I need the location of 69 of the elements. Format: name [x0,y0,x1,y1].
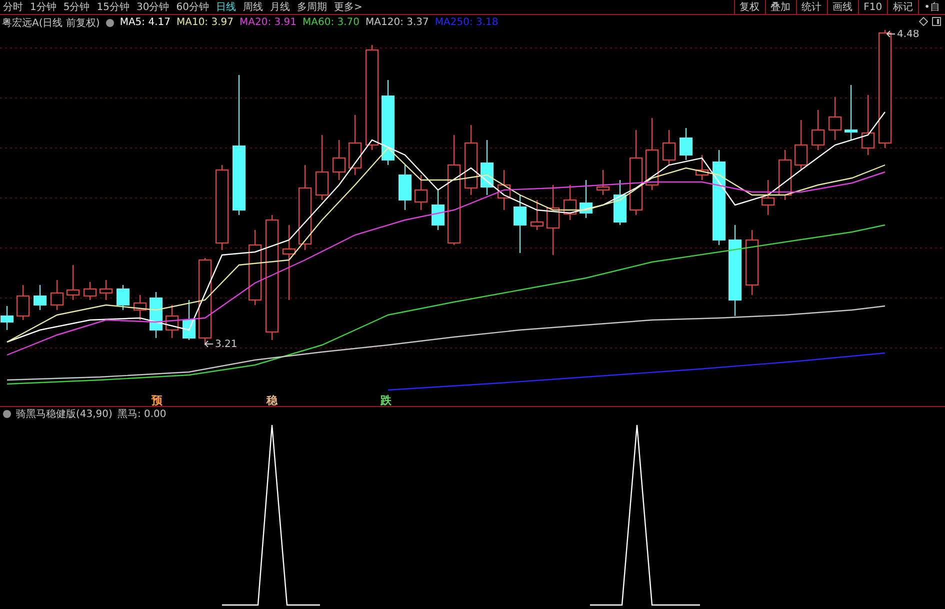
settings-icon[interactable] [3,410,11,418]
indicator-title: 骑黑马稳健版(43,90) [16,408,112,420]
candlestick [150,292,162,338]
period-tab[interactable]: 周线 [242,0,263,14]
candlestick [166,304,178,338]
candlestick [464,124,478,196]
candlestick [580,180,592,218]
indicator-reading: 黑马: 0.00 [117,408,166,420]
panel-icon[interactable] [932,17,941,26]
moving-average-label: MA10: 3.97 [176,17,234,28]
candlestick [530,200,544,230]
diamond-icon[interactable] [919,17,928,26]
moving-average-label: MA250: 3.18 [434,17,498,28]
candlestick [480,140,494,196]
candlestick [0,306,14,330]
candlestick [812,110,824,150]
moving-average-label: MA20: 3.91 [240,17,297,28]
candlestick [794,120,808,170]
period-tab[interactable]: 多周期 [296,0,327,14]
candlestick [614,180,626,226]
candlestick [66,264,80,300]
period-tab[interactable]: 15分钟 [96,0,130,14]
candlestick [844,84,858,140]
period-tab[interactable]: 5分钟 [63,0,90,14]
candlestick [662,130,676,166]
candlestick [398,164,412,210]
period-tab[interactable]: 月线 [270,0,290,14]
arrow-icon [886,30,896,38]
candlestick [596,170,610,196]
candlestick [862,94,874,156]
signal-label: 预 [152,394,162,406]
stock-title: 粤宏远A(日线 前复权) [2,16,100,30]
candlestick [546,184,560,256]
arrow-icon [204,340,214,348]
candlestick [134,294,146,320]
candlestick [514,194,526,254]
candlestick [498,170,510,210]
signal-label: 跌 [380,394,392,406]
moving-average-label: MA5: 4.17 [120,17,170,28]
period-tab[interactable]: 60分钟 [176,0,209,14]
candlestick [316,134,328,200]
candlestick [348,114,362,176]
moving-average-label: MA120: 3.37 [366,17,429,28]
candlestick [696,154,708,180]
candlestick [100,280,112,300]
period-tab[interactable]: 更多> [334,0,362,14]
candlestick [828,96,842,140]
period-tab[interactable]: 30分钟 [136,0,170,14]
candlestick [432,190,444,230]
signal-label: 稳 [266,394,278,406]
moving-average-label: MA60: 3.70 [302,17,360,28]
candlestick [746,230,758,296]
candlestick [332,140,346,180]
candlestick [564,184,576,220]
period-tab[interactable]: 1分钟 [30,0,56,14]
period-tab[interactable]: 日线 [216,0,236,14]
candlestick [50,280,64,310]
price-label: 3.21 [215,339,238,350]
candlestick [182,300,196,340]
candlestick [84,282,96,300]
candlestick [16,284,30,320]
period-tab[interactable]: 分时 [3,0,23,14]
candlestick [116,284,130,310]
candlestick [34,284,46,310]
settings-icon[interactable] [106,18,114,26]
candlestick [414,174,428,210]
candlestick [778,150,792,200]
candlestick [680,128,692,160]
candlestick [762,180,774,216]
